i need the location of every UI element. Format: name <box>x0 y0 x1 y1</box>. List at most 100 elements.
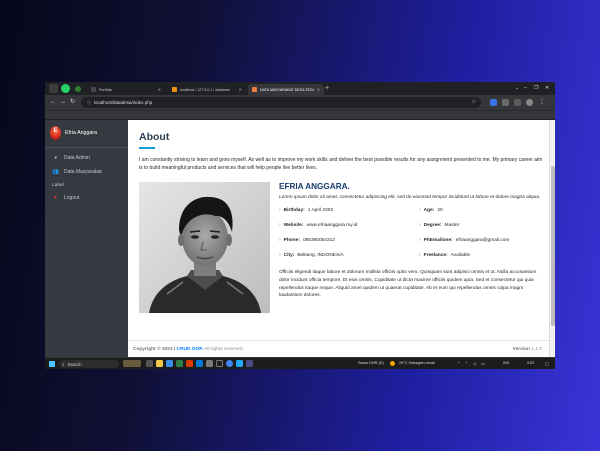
whatsapp-icon[interactable] <box>61 84 70 93</box>
app-icon[interactable] <box>206 360 213 367</box>
sidebar: E Efria Anggara ◕ Data Admin 👥 Data Masy… <box>45 120 128 357</box>
tab-menu-button[interactable] <box>49 84 58 93</box>
fact-value: Available <box>450 252 471 258</box>
extension-icon[interactable] <box>502 99 509 106</box>
fact-label: PhEmailone: <box>423 237 453 243</box>
tray-info[interactable]: Saran DNR (D) <box>358 361 384 365</box>
address-bar[interactable]: ⓘ localhost/datadesa/index.php ☆ <box>81 97 481 108</box>
weather-text[interactable]: 29°C Sebagian cerah <box>399 361 435 365</box>
extension-icon[interactable] <box>490 99 497 106</box>
brand-initial: E <box>53 128 58 134</box>
bookmark-star-icon[interactable]: ☆ <box>472 99 476 105</box>
reload-icon[interactable]: ↻ <box>70 98 75 107</box>
notification-icon[interactable]: ▢ <box>545 361 549 366</box>
app-icon[interactable] <box>176 360 183 367</box>
version-number: 1.1.0 <box>531 347 542 352</box>
fact-website: › Website: www.efriaanggara.my.id <box>279 222 357 228</box>
clock[interactable]: 9:52 <box>527 361 534 365</box>
sidebar-item-label: Data Admin <box>64 155 90 161</box>
fact-degree: › Degree: Master <box>419 222 459 228</box>
page-icon <box>252 87 257 92</box>
close-icon[interactable]: ✕ <box>239 87 242 92</box>
app-icon[interactable] <box>216 360 223 367</box>
close-icon[interactable]: ✕ <box>158 87 161 92</box>
file-explorer-icon[interactable] <box>156 360 163 367</box>
page-title: About <box>139 131 170 143</box>
fact-value: efriaanggara@gmail.com <box>455 237 510 243</box>
menu-icon[interactable]: ⋮ <box>539 99 546 106</box>
scrollbar-thumb[interactable] <box>551 166 555 326</box>
close-icon[interactable]: ✕ <box>317 87 320 92</box>
fact-value: 085380054312 <box>302 237 335 243</box>
chevron-down-icon[interactable]: ⌄ <box>515 84 519 93</box>
fact-value: 20 <box>437 207 443 213</box>
main-content: About I am constantly striving to learn … <box>128 120 549 357</box>
volume-icon[interactable]: ◁ <box>473 361 476 366</box>
sidebar-item-logout[interactable]: ● Logout <box>52 195 79 201</box>
fact-phone: › Phone: 085380054312 <box>279 237 335 243</box>
chevron-right-icon: › <box>419 252 421 258</box>
fact-label: Age: <box>423 207 435 213</box>
tab-data-masyarakat[interactable]: DATA MASYARAKAT DESA TEGA ✕ <box>248 84 324 95</box>
sidebar-icon[interactable] <box>514 99 521 106</box>
users-icon: 👥 <box>52 169 59 175</box>
maximize-icon[interactable]: ❐ <box>534 84 538 93</box>
close-window-icon[interactable]: ✕ <box>545 84 549 93</box>
chevron-right-icon: › <box>419 237 421 243</box>
fact-freelance: › Freelance: Available <box>419 252 470 258</box>
chrome-icon[interactable] <box>226 360 233 367</box>
chevron-right-icon: › <box>419 222 421 228</box>
extension-icon[interactable] <box>75 85 81 92</box>
tab-title: DATA MASYARAKAT DESA TEGA <box>260 87 314 92</box>
version-label: Version <box>512 347 530 352</box>
version-text: Version 1.1.0 <box>513 347 542 352</box>
back-icon[interactable]: ← <box>50 98 56 107</box>
app-icon[interactable] <box>196 360 203 367</box>
browser-toolbar: ← → ↻ ⓘ localhost/datadesa/index.php ☆ ⋮ <box>45 95 555 110</box>
fact-value: 1 April 2003 <box>307 207 334 213</box>
sidebar-item-label: Data Masyarakat <box>64 169 102 175</box>
tab-phpmyadmin[interactable]: localhost / 127.0.0.1 / database ✕ <box>168 84 246 95</box>
fact-city: › City: Belitang, INDONESIA <box>279 252 344 258</box>
mail-icon[interactable] <box>166 360 173 367</box>
minimize-icon[interactable]: – <box>524 84 527 93</box>
network-icon[interactable]: ◔ <box>465 361 467 365</box>
sidebar-section-label: Label <box>52 183 64 188</box>
profile-tagline: Lorem ipsum dolor sit amet, consectetur … <box>279 195 541 200</box>
page-icon <box>91 87 96 92</box>
sidebar-item-label: Logout <box>64 195 80 201</box>
vscode-icon[interactable] <box>236 360 243 367</box>
widget-icon[interactable] <box>123 360 141 367</box>
brand[interactable]: E Efria Anggara <box>50 126 97 140</box>
fact-label: Website: <box>283 222 304 228</box>
app-icon[interactable] <box>186 360 193 367</box>
info-icon[interactable]: ⓘ <box>87 100 91 106</box>
sidebar-item-data-masyarakat[interactable]: 👥 Data Masyarakat <box>52 169 102 175</box>
fact-label: Birthday: <box>283 207 305 213</box>
footer-brand-link[interactable]: CRUD OOP. <box>177 347 204 352</box>
taskbar-search[interactable]: ⌕ Search <box>59 360 119 368</box>
battery-icon[interactable]: ▭ <box>481 361 485 366</box>
copyright-text: Copyright © 2023 | CRUD OOP. All rights … <box>133 347 244 352</box>
new-tab-icon[interactable]: + <box>325 84 329 93</box>
fact-label: Phone: <box>283 237 300 243</box>
profile-icon[interactable] <box>526 99 533 106</box>
web-page: E Efria Anggara ◕ Data Admin 👥 Data Masy… <box>45 120 555 357</box>
palette-icon: ◕ <box>53 155 58 161</box>
windows-start-icon[interactable] <box>49 361 55 367</box>
chevron-up-icon[interactable]: ⌃ <box>457 361 460 366</box>
profile-description: Officiis eligendi itaque labore et dolor… <box>279 270 537 299</box>
page-scrollbar[interactable] <box>549 120 555 357</box>
title-underline <box>139 147 155 149</box>
brand-logo: E <box>50 126 61 140</box>
sidebar-item-data-admin[interactable]: ◕ Data Admin <box>52 155 90 161</box>
chevron-right-icon: › <box>279 222 281 228</box>
tab-portfolio[interactable]: Portfolio ✕ <box>87 84 165 95</box>
app-icon[interactable] <box>246 360 253 367</box>
logout-icon: ● <box>53 195 58 201</box>
language-indicator[interactable]: IND <box>503 361 510 365</box>
profile-info: EFRIA ANGGARA. Lorem ipsum dolor sit ame… <box>279 182 544 300</box>
forward-icon[interactable]: → <box>60 98 66 107</box>
task-view-icon[interactable] <box>146 360 153 367</box>
url-text: localhost/datadesa/index.php <box>94 100 153 105</box>
